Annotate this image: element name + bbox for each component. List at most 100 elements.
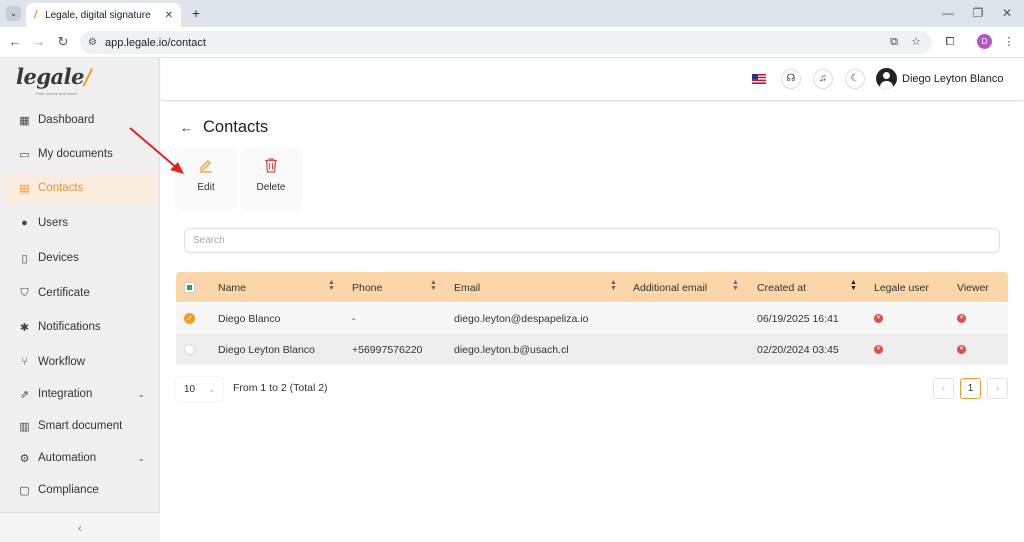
new-tab-button[interactable]: + bbox=[188, 5, 204, 21]
sidebar-item-label: My documents bbox=[38, 148, 113, 160]
sidebar-item-label: Dashboard bbox=[38, 114, 95, 126]
sort-icon[interactable]: ▲ ▼ bbox=[850, 279, 857, 292]
sidebar-item-workflow[interactable]: ⑂ Workflow bbox=[4, 347, 157, 377]
sidebar-collapse-button[interactable]: ‹ bbox=[0, 512, 160, 542]
back-arrow-icon[interactable]: ← bbox=[6, 33, 24, 51]
select-all-checkbox[interactable] bbox=[184, 282, 195, 293]
row-checkbox[interactable] bbox=[184, 344, 195, 355]
shield-icon: ⛉ bbox=[20, 286, 29, 299]
sidebar-item-integration[interactable]: ⇗ Integration ⌄ bbox=[4, 379, 157, 409]
bell-icon[interactable]: ♫ bbox=[813, 69, 833, 89]
sidebar-item-label: Certificate bbox=[38, 287, 90, 299]
restore-icon[interactable]: ❐ bbox=[970, 5, 986, 21]
extensions-icon[interactable]: ⧠ bbox=[943, 35, 957, 49]
sort-icon[interactable]: ▲ ▼ bbox=[430, 279, 437, 292]
search-input[interactable] bbox=[184, 228, 1000, 253]
gear-icon: ⚙ bbox=[19, 452, 30, 465]
contact-phone: +56997576220 bbox=[352, 344, 423, 356]
profile-avatar[interactable]: D bbox=[977, 34, 992, 49]
site-settings-icon[interactable]: ⚙ bbox=[88, 37, 97, 48]
sidebar-item-label: Integration bbox=[38, 388, 93, 400]
sidebar-item-automation[interactable]: ⚙ Automation ⌄ bbox=[4, 443, 157, 473]
forward-arrow-icon[interactable]: → bbox=[30, 33, 48, 51]
device-icon: ▯ bbox=[21, 252, 28, 265]
bookmark-star-icon[interactable]: ☆ bbox=[909, 35, 923, 49]
tab-list-chevron-icon[interactable]: ⌄ bbox=[6, 6, 21, 21]
smart-document-icon: ▥ bbox=[19, 420, 30, 433]
column-header-created-at[interactable]: Created at bbox=[757, 282, 806, 294]
sidebar-item-label: Workflow bbox=[38, 356, 86, 368]
trash-icon bbox=[241, 157, 301, 175]
table-row[interactable]: Diego Leyton Blanco +56997576220 diego.l… bbox=[176, 334, 1008, 365]
address-bar[interactable]: ⚙ app.legale.io/contact bbox=[80, 31, 932, 54]
next-page-button[interactable]: › bbox=[987, 378, 1008, 399]
minimize-icon[interactable]: — bbox=[940, 5, 956, 21]
bell-icon: ✱ bbox=[19, 321, 30, 334]
row-checkbox[interactable]: ✓ bbox=[184, 313, 195, 324]
page-size-value: 10 bbox=[184, 383, 196, 395]
pagination-range: From 1 to 2 (Total 2) bbox=[233, 382, 328, 394]
folder-icon: ▭ bbox=[19, 148, 30, 161]
integration-icon: ⇗ bbox=[19, 388, 30, 401]
page-title: Contacts bbox=[203, 118, 269, 136]
user-name[interactable]: Diego Leyton Blanco bbox=[902, 73, 1004, 85]
close-window-icon[interactable]: ✕ bbox=[999, 5, 1015, 21]
delete-button[interactable]: Delete bbox=[241, 149, 301, 209]
contact-email: diego.leyton.b@usach.cl bbox=[454, 344, 569, 356]
contact-email: diego.leyton@despapeliza.io bbox=[454, 313, 589, 325]
logo-tagline: Fast, secure and smart bbox=[36, 91, 77, 96]
legale-logo[interactable]: legale/ Fast, secure and smart bbox=[16, 64, 96, 96]
more-menu-icon[interactable]: ⋮ bbox=[1002, 35, 1016, 49]
us-flag-icon[interactable] bbox=[752, 74, 766, 84]
delete-button-label: Delete bbox=[256, 182, 286, 193]
column-header-viewer[interactable]: Viewer bbox=[957, 282, 989, 294]
legale-user-no-icon: ✕ bbox=[874, 314, 883, 323]
sort-icon[interactable]: ▲ ▼ bbox=[732, 279, 739, 292]
page-size-select[interactable]: 10 ⌄ bbox=[176, 377, 223, 401]
legale-user-no-icon: ✕ bbox=[874, 345, 883, 354]
column-header-additional-email[interactable]: Additional email bbox=[633, 282, 707, 294]
contact-created-at: 02/20/2024 03:45 bbox=[757, 344, 839, 356]
viewer-no-icon: ✕ bbox=[957, 314, 966, 323]
page-button-current[interactable]: 1 bbox=[960, 378, 981, 399]
sidebar-item-label: Notifications bbox=[38, 321, 101, 333]
chat-icon: ▢ bbox=[19, 484, 30, 497]
sidebar-item-users[interactable]: ● Users bbox=[4, 208, 157, 238]
sidebar-item-label: Users bbox=[38, 217, 69, 229]
table-row[interactable]: ✓ Diego Blanco - diego.leyton@despapeliz… bbox=[176, 303, 1008, 334]
contact-name: Diego Leyton Blanco bbox=[218, 344, 315, 356]
sort-icon[interactable]: ▲ ▼ bbox=[610, 279, 617, 292]
sidebar-item-label: Smart document bbox=[38, 420, 123, 432]
sidebar-item-compliance[interactable]: ▢ Compliance bbox=[4, 475, 157, 505]
sidebar-item-certificate[interactable]: ⛉ Certificate bbox=[4, 278, 157, 308]
viewer-no-icon: ✕ bbox=[957, 345, 966, 354]
user-icon: ● bbox=[21, 217, 28, 229]
sidebar-item-smart-document[interactable]: ▥ Smart document bbox=[4, 411, 157, 441]
column-header-name[interactable]: Name bbox=[218, 282, 246, 294]
column-header-legale-user[interactable]: Legale user bbox=[874, 282, 929, 294]
install-app-icon[interactable]: ⧉ bbox=[887, 35, 901, 49]
legale-favicon-icon: / bbox=[34, 9, 38, 21]
support-headset-icon[interactable]: ☊ bbox=[781, 69, 801, 89]
sort-icon[interactable]: ▲ ▼ bbox=[328, 279, 335, 292]
prev-page-button[interactable]: ‹ bbox=[933, 378, 954, 399]
column-header-phone[interactable]: Phone bbox=[352, 282, 382, 294]
contact-created-at: 06/19/2025 16:41 bbox=[757, 313, 839, 325]
chevron-down-icon: ⌄ bbox=[208, 384, 215, 394]
table-header: Name ▲ ▼ Phone ▲ ▼ Email ▲ ▼ Additional ema… bbox=[176, 272, 1008, 302]
dark-mode-icon[interactable]: ☾ bbox=[845, 69, 865, 89]
browser-tab[interactable]: / Legale, digital signature ✕ bbox=[26, 3, 181, 27]
contacts-icon: ▤ bbox=[19, 182, 30, 195]
tab-close-icon[interactable]: ✕ bbox=[165, 10, 173, 21]
column-header-email[interactable]: Email bbox=[454, 282, 480, 294]
reload-icon[interactable]: ↻ bbox=[54, 33, 72, 51]
chevron-down-icon: ⌄ bbox=[137, 452, 145, 463]
user-avatar[interactable] bbox=[876, 68, 897, 89]
red-annotation-arrow-icon bbox=[129, 127, 184, 174]
sidebar-item-notifications[interactable]: ✱ Notifications bbox=[4, 312, 157, 342]
sidebar-item-label: Automation bbox=[38, 452, 97, 464]
contact-name: Diego Blanco bbox=[218, 313, 281, 325]
sidebar-item-label: Compliance bbox=[38, 484, 99, 496]
sidebar-item-devices[interactable]: ▯ Devices bbox=[4, 243, 157, 273]
chevron-down-icon: ⌄ bbox=[137, 388, 145, 399]
